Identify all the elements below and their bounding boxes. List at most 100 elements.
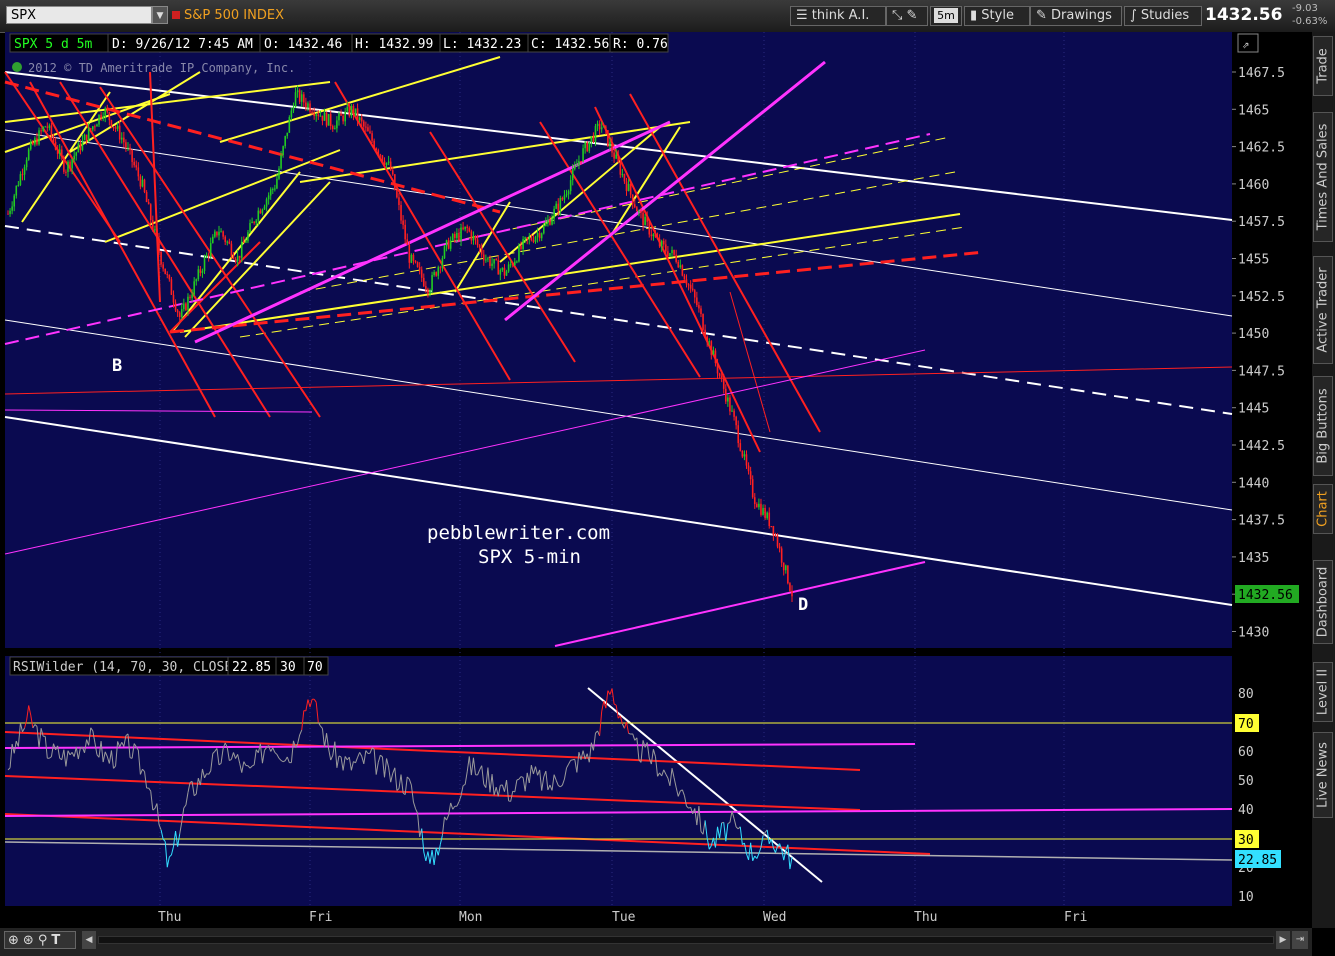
candle-body bbox=[472, 236, 475, 241]
candle-body bbox=[243, 241, 245, 243]
candle-body bbox=[607, 130, 609, 147]
candle-body bbox=[712, 350, 715, 355]
tab-live-news[interactable]: Live News bbox=[1313, 732, 1333, 818]
aggregation-button[interactable]: 5m bbox=[930, 6, 962, 26]
candle-body bbox=[108, 112, 111, 121]
candle-body bbox=[605, 126, 607, 131]
candle-body bbox=[29, 141, 32, 150]
candle-body bbox=[760, 503, 762, 515]
candle-body bbox=[464, 226, 466, 230]
candle-body bbox=[193, 281, 195, 295]
candle-body bbox=[689, 284, 692, 289]
candle-body bbox=[112, 127, 115, 129]
tab-level-ii[interactable]: Level II bbox=[1313, 662, 1333, 722]
price-pane[interactable] bbox=[5, 32, 1232, 648]
candle-body bbox=[447, 240, 450, 249]
zoom-in-icon[interactable]: ⊕ bbox=[8, 933, 19, 948]
candle-body bbox=[352, 105, 355, 115]
tab-trade[interactable]: Trade bbox=[1313, 36, 1333, 96]
candle-body bbox=[789, 583, 791, 591]
candle-body bbox=[19, 174, 22, 186]
candle-body bbox=[249, 223, 251, 233]
candle-body bbox=[532, 240, 535, 242]
expand-icon[interactable]: ⇥ bbox=[1292, 931, 1308, 949]
candle-body bbox=[729, 397, 731, 412]
candle-body bbox=[443, 246, 446, 259]
candle-body bbox=[348, 106, 351, 116]
candle-body bbox=[536, 233, 539, 237]
price-tick-6: 1452.5 bbox=[1238, 290, 1285, 305]
tab-dashboard[interactable]: Dashboard bbox=[1313, 560, 1333, 644]
zoom-fit-icon[interactable]: ⊛ bbox=[23, 933, 34, 948]
scroll-right-icon[interactable]: ▶ bbox=[1276, 931, 1290, 949]
candle-body bbox=[665, 244, 667, 252]
price-tick-2: 1462.5 bbox=[1238, 141, 1285, 156]
time-label-fri: Fri bbox=[309, 910, 332, 925]
tab-chart[interactable]: Chart bbox=[1313, 484, 1333, 534]
aggregation-label: 5m bbox=[934, 8, 958, 23]
tools-button[interactable]: ⤡ ✎ bbox=[886, 6, 928, 26]
think-ai-label: think A.I. bbox=[811, 8, 870, 23]
candle-body bbox=[365, 126, 367, 128]
time-label-thu: Thu bbox=[158, 910, 181, 925]
magnifier-icon[interactable]: ⚲ bbox=[38, 933, 48, 948]
candle-body bbox=[367, 127, 369, 132]
time-label-tue: Tue bbox=[612, 910, 636, 925]
style-button[interactable]: ▮ Style bbox=[964, 6, 1030, 26]
time-axis bbox=[0, 906, 1312, 928]
percent-change: -0.63% bbox=[1292, 16, 1328, 27]
candle-body bbox=[787, 565, 789, 584]
think-ai-button[interactable]: ☰ think A.I. bbox=[790, 6, 886, 26]
symbol-input[interactable]: SPX bbox=[6, 6, 152, 24]
candle-body bbox=[458, 232, 460, 241]
candle-body bbox=[671, 249, 673, 254]
candle-body bbox=[640, 211, 642, 213]
last-price: 1432.56 bbox=[1205, 5, 1283, 25]
candle-body bbox=[106, 108, 109, 113]
candle-body bbox=[263, 206, 266, 210]
candle-body bbox=[305, 102, 307, 108]
rsi-30-label: 30 bbox=[1238, 833, 1254, 848]
candle-body bbox=[218, 231, 220, 236]
candle-body bbox=[69, 161, 71, 169]
candle-body bbox=[120, 137, 123, 140]
tab-active-trader[interactable]: Active Trader bbox=[1313, 256, 1333, 364]
symbol-dropdown-icon[interactable]: ▼ bbox=[152, 6, 168, 24]
time-scrollbar[interactable] bbox=[98, 936, 1274, 944]
rsi-tick-0: 80 bbox=[1238, 687, 1254, 702]
candle-body bbox=[278, 168, 280, 179]
candle-body bbox=[236, 255, 239, 262]
candle-body bbox=[7, 213, 9, 215]
candle-body bbox=[737, 425, 740, 444]
price-tick-0: 1467.5 bbox=[1238, 66, 1285, 81]
candle-body bbox=[114, 127, 117, 129]
candle-body bbox=[522, 238, 524, 250]
tab-big-buttons[interactable]: Big Buttons bbox=[1313, 376, 1333, 476]
time-label-mon: Mon bbox=[459, 910, 482, 925]
candle-body bbox=[338, 113, 340, 121]
candle-body bbox=[344, 111, 346, 122]
candle-body bbox=[336, 120, 338, 129]
zoom-tools: ⊕ ⊛ ⚲ T bbox=[4, 931, 76, 949]
studies-button[interactable]: ∫ Studies bbox=[1124, 6, 1202, 26]
candle-body bbox=[497, 260, 500, 275]
candle-body bbox=[518, 245, 520, 262]
candle-body bbox=[346, 106, 349, 112]
chart-area[interactable]: SPX 5 d 5m D: 9/26/12 7:45 AM O: 1432.46… bbox=[0, 32, 1312, 928]
text-tool-icon[interactable]: T bbox=[51, 933, 60, 948]
candle-body bbox=[209, 243, 212, 257]
candle-body bbox=[402, 220, 404, 225]
candle-body bbox=[437, 267, 440, 276]
scroll-left-icon[interactable]: ◀ bbox=[82, 931, 96, 949]
candle-body bbox=[778, 546, 781, 549]
label-b: B bbox=[112, 356, 122, 376]
candle-body bbox=[253, 221, 255, 223]
drawings-button[interactable]: ✎ Drawings bbox=[1030, 6, 1122, 26]
candle-body bbox=[493, 259, 495, 264]
tab-times-and-sales[interactable]: Times And Sales bbox=[1313, 112, 1333, 242]
rsi-pane[interactable] bbox=[5, 656, 1232, 906]
legend-low: L: 1432.23 bbox=[443, 37, 521, 52]
candle-body bbox=[317, 114, 320, 117]
label-d: D bbox=[798, 595, 808, 615]
candle-body bbox=[741, 450, 744, 457]
